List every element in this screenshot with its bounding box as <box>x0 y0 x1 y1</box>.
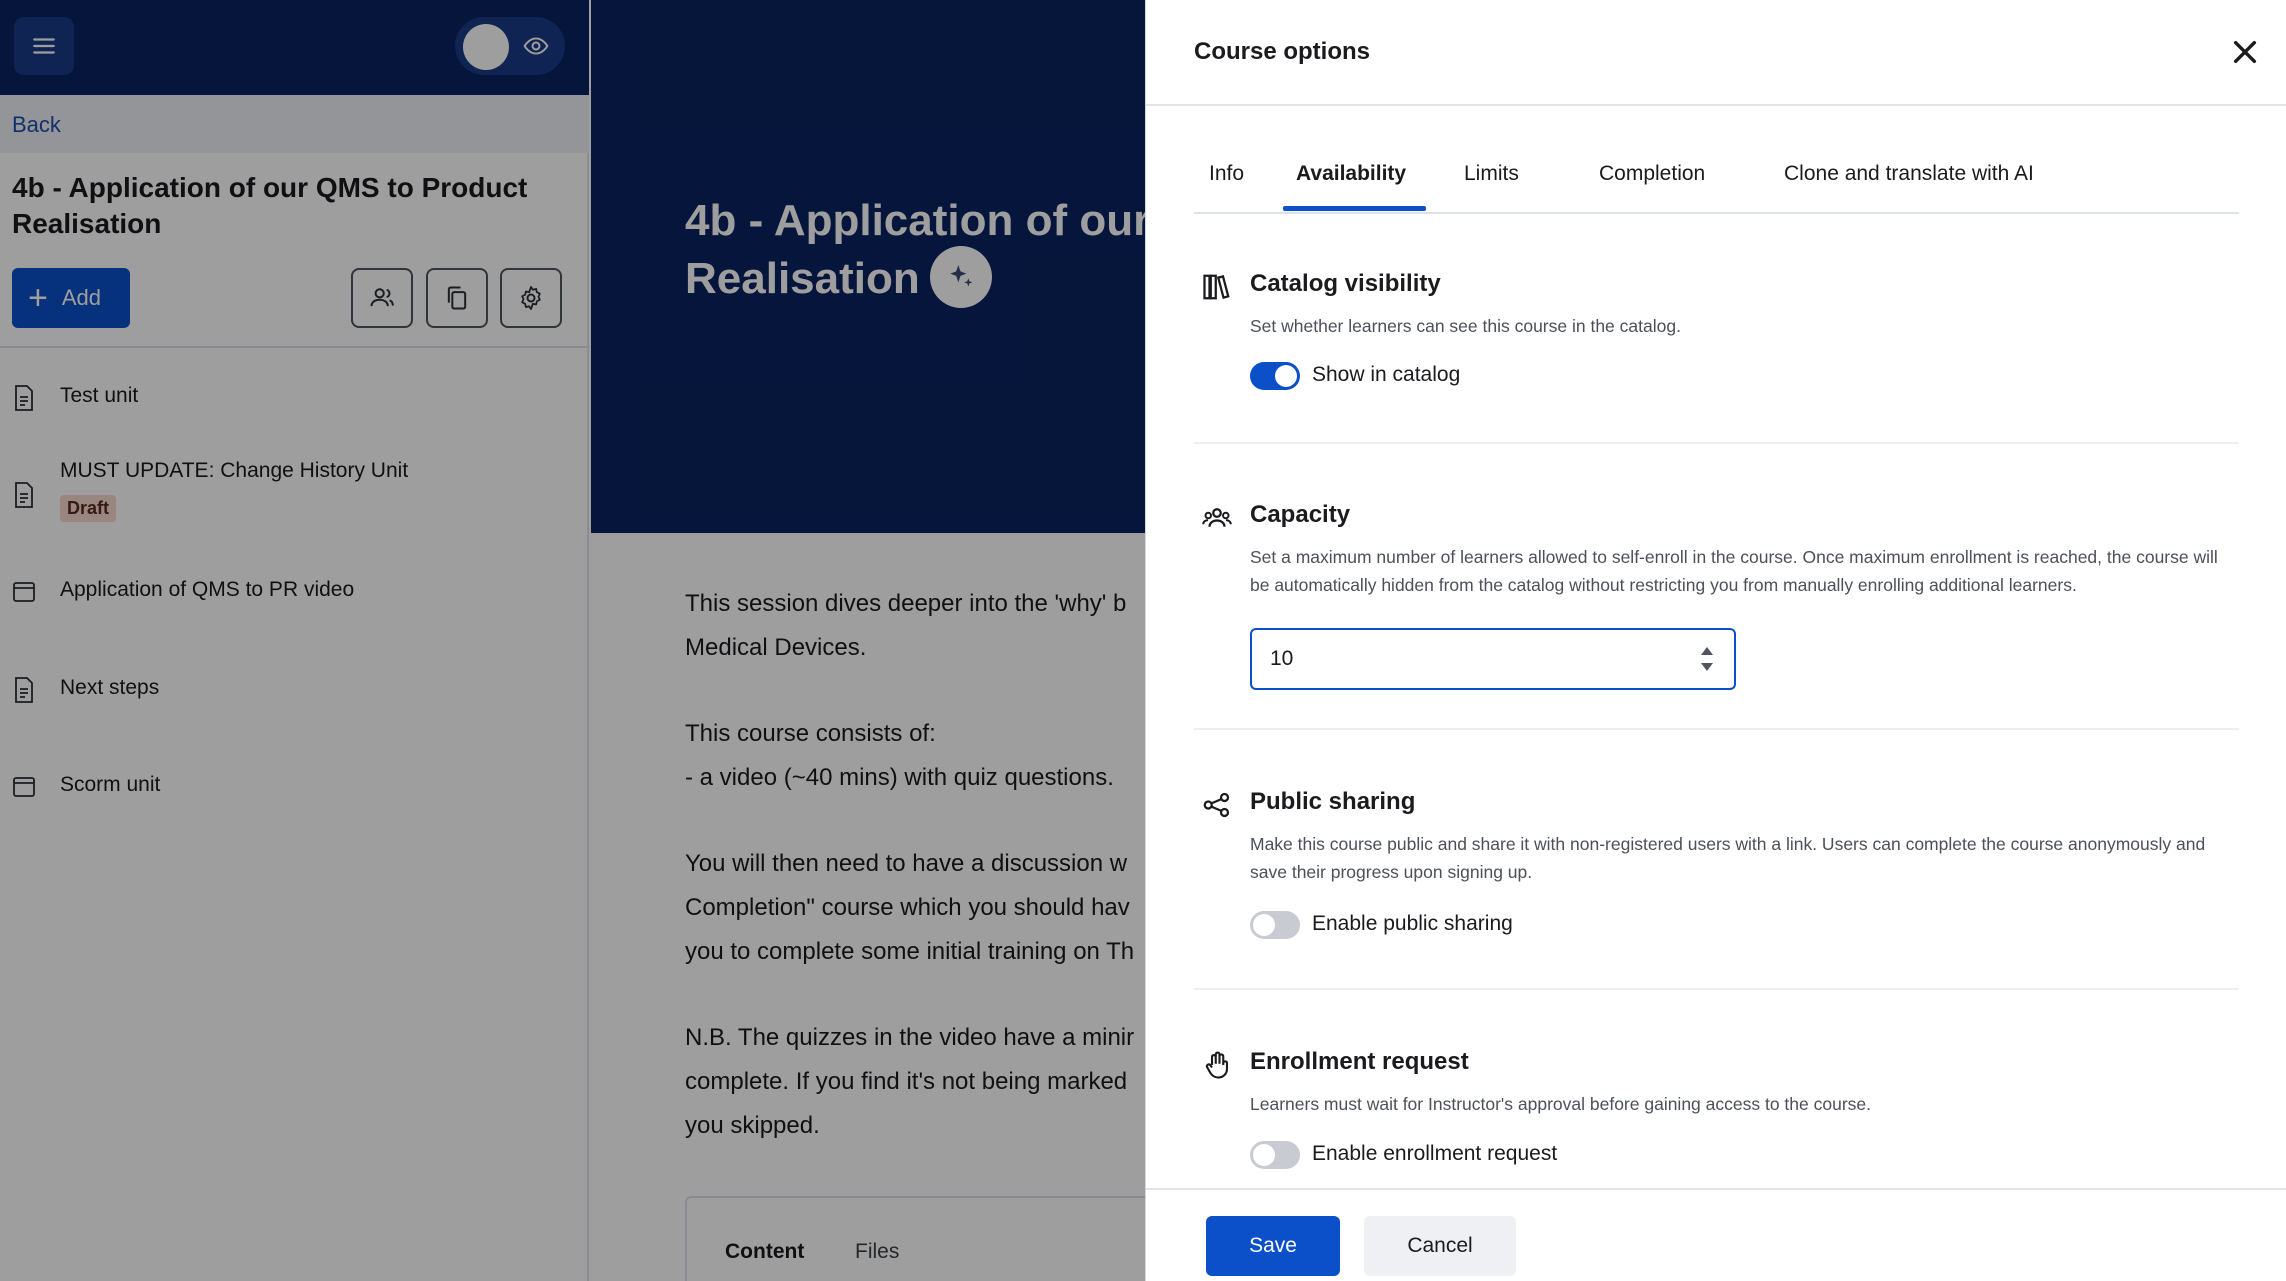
toggle-label: Show in catalog <box>1312 363 1461 386</box>
save-button[interactable]: Save <box>1206 1216 1340 1276</box>
public-sharing-toggle[interactable] <box>1250 911 1300 939</box>
enrollment-request-section: Enrollment request Learners must wait fo… <box>1194 1048 2239 1178</box>
cancel-button[interactable]: Cancel <box>1364 1216 1516 1276</box>
section-title: Public sharing <box>1250 788 1416 815</box>
app-root: Back 4b - Application of our QMS to Prod… <box>0 0 2286 1281</box>
show-in-catalog-toggle[interactable] <box>1250 362 1300 390</box>
books-icon <box>1203 274 1230 300</box>
drawer-footer: Save Cancel <box>1146 1188 2286 1281</box>
section-description: Make this course public and share it wit… <box>1250 834 2206 882</box>
toggle-knob <box>1275 365 1297 387</box>
toggle-label: Enable public sharing <box>1312 912 1513 935</box>
section-title: Capacity <box>1250 501 1351 528</box>
section-title: Enrollment request <box>1250 1048 1469 1075</box>
tab-availability[interactable]: Availability <box>1296 162 1406 186</box>
section-description: Set whether learners can see this course… <box>1250 316 1681 336</box>
drawer-header: Course options <box>1146 0 2286 106</box>
public-sharing-section: Public sharing Make this course public a… <box>1194 788 2239 948</box>
close-icon[interactable] <box>2229 36 2261 68</box>
toggle-knob <box>1253 1144 1275 1166</box>
toggle-label: Enable enrollment request <box>1312 1142 1558 1165</box>
active-tab-indicator <box>1283 206 1426 211</box>
hand-icon <box>1205 1051 1229 1079</box>
options-tabs: Info Availability Limits Completion Clon… <box>1194 106 2239 214</box>
enrollment-request-toggle[interactable] <box>1250 1141 1300 1169</box>
tab-clone-translate[interactable]: Clone and translate with AI <box>1784 162 2034 186</box>
section-divider <box>1194 728 2239 730</box>
tab-info[interactable]: Info <box>1209 162 1244 186</box>
section-divider <box>1194 442 2239 444</box>
spinner-arrows-icon[interactable] <box>1698 644 1716 674</box>
share-icon <box>1203 792 1230 818</box>
course-options-drawer: Course options Info Availability Limits … <box>1145 0 2286 1281</box>
section-title: Catalog visibility <box>1250 270 1441 297</box>
section-description: Learners must wait for Instructor's appr… <box>1250 1094 1872 1114</box>
section-description: Set a maximum number of learners allowed… <box>1250 547 2218 595</box>
group-icon <box>1202 508 1232 527</box>
modal-backdrop[interactable] <box>0 0 1145 1281</box>
capacity-section: Capacity Set a maximum number of learner… <box>1194 501 2239 701</box>
section-divider <box>1194 988 2239 990</box>
drawer-title: Course options <box>1194 38 1371 65</box>
capacity-input[interactable] <box>1250 628 1736 690</box>
catalog-visibility-section: Catalog visibility Set whether learners … <box>1194 270 2239 410</box>
toggle-knob <box>1253 914 1275 936</box>
tab-completion[interactable]: Completion <box>1599 162 1705 186</box>
tab-limits[interactable]: Limits <box>1464 162 1519 186</box>
